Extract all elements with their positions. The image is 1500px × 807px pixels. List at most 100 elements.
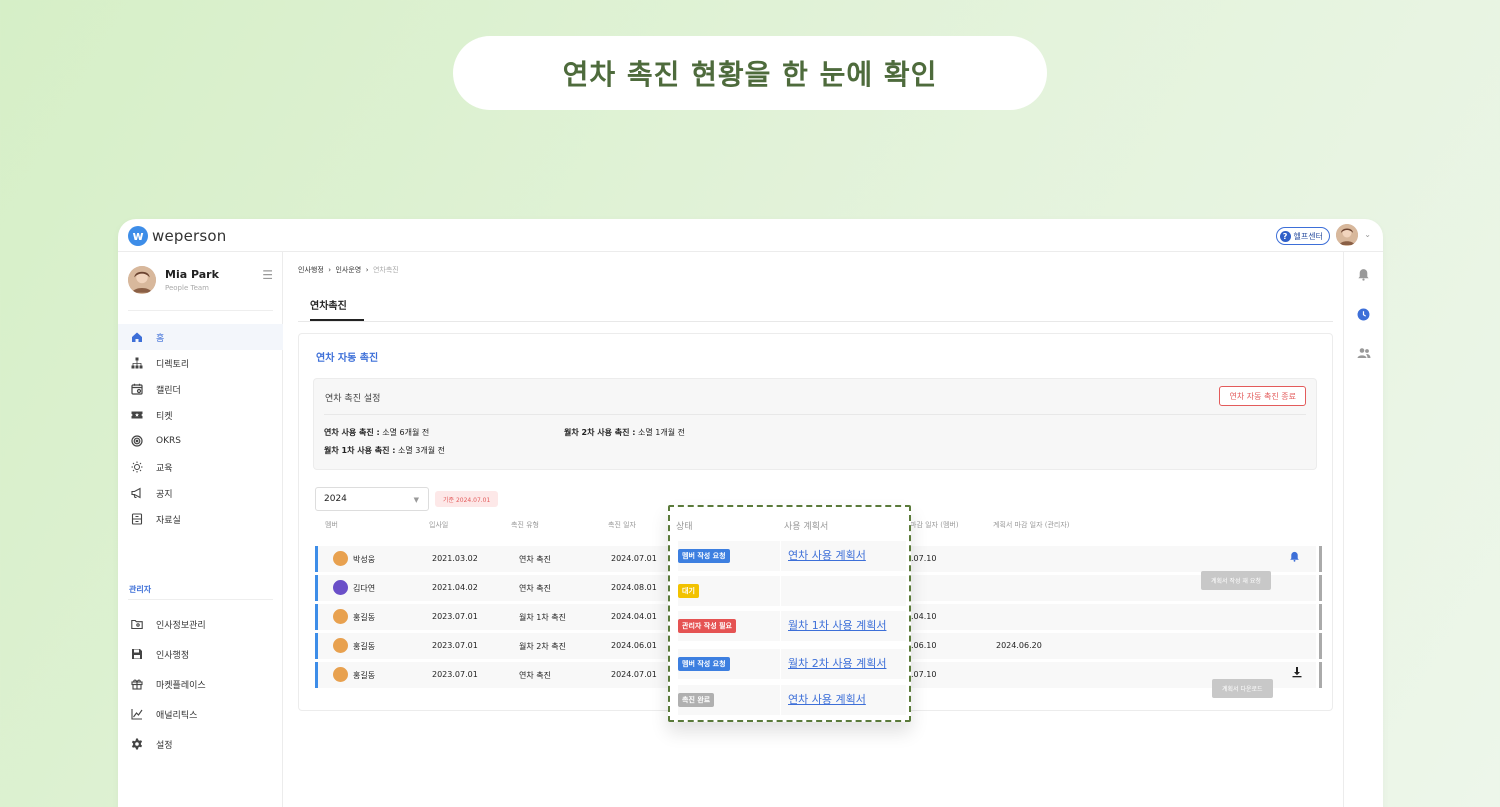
sidebar-item-marketplace[interactable]: 마켓플레이스 — [118, 669, 283, 699]
divider — [324, 414, 1306, 415]
avatar — [333, 638, 348, 653]
card-title: 연차 자동 촉진 — [316, 353, 379, 364]
avatar — [333, 580, 348, 595]
gift-icon — [130, 677, 144, 691]
profile-name: Mia Park — [165, 268, 219, 281]
breadcrumb-item[interactable]: 인사운영 — [335, 266, 361, 274]
plan-link[interactable]: 연차 사용 계획서 — [788, 547, 866, 563]
bell-icon[interactable] — [1357, 268, 1370, 285]
clock-icon[interactable] — [1357, 308, 1370, 325]
overlay-row: 대기 — [678, 576, 906, 606]
breadcrumb-current: 연차촉진 — [372, 266, 399, 274]
megaphone-icon — [130, 486, 144, 500]
tab-annual-leave-promotion[interactable]: 연차촉진 — [310, 297, 347, 312]
cell-name: 홍길동 — [353, 642, 376, 651]
chevron-down-icon: ▼ — [413, 496, 419, 504]
help-center-button[interactable]: ? 헬프센터 — [1275, 227, 1330, 245]
rerequest-plan-button[interactable]: 계획서 작성 재 요청 — [1201, 571, 1271, 590]
bell-icon[interactable] — [1289, 551, 1300, 565]
folder-icon — [130, 617, 144, 631]
row-end-bar — [1319, 575, 1322, 601]
logo[interactable]: w weperson — [128, 226, 227, 246]
cell-date: 2024.06.01 — [611, 641, 657, 650]
reference-date-badge: 기준 2024.07.01 — [435, 491, 499, 507]
sidebar-item-label: 마켓플레이스 — [156, 680, 206, 691]
main-nav: 홈 디렉토리 캘린더 티켓 OKRS 교육 공지 자료실 — [118, 324, 283, 532]
sidebar-item-hr-info[interactable]: 인사정보관리 — [118, 609, 283, 639]
status-badge: 촉진 완료 — [678, 693, 715, 707]
sidebar-item-education[interactable]: 교육 — [118, 454, 283, 480]
overlay-row: 멤버 작성 요청 월차 2차 사용 계획서 — [678, 649, 906, 679]
sidebar-item-settings[interactable]: 설정 — [118, 729, 283, 759]
cell-name: 박성웅 — [353, 555, 376, 564]
th-promotion-type: 촉진 유형 — [511, 521, 539, 529]
sidebar-item-archive[interactable]: 자료실 — [118, 506, 283, 532]
tab-divider — [298, 321, 1333, 322]
setting-label: 연차 사용 촉진 : — [324, 428, 380, 437]
setting-value: 소멸 6개월 전 — [382, 428, 430, 437]
cell-type: 연차 촉진 — [519, 555, 551, 564]
logo-text: weperson — [152, 227, 227, 245]
org-chart-icon — [130, 356, 144, 370]
setting-label: 월차 2차 사용 촉진 : — [564, 428, 636, 437]
sidebar-item-label: 인사정보관리 — [156, 620, 206, 631]
sidebar-item-okrs[interactable]: OKRS — [118, 428, 283, 454]
plan-link[interactable]: 월차 1차 사용 계획서 — [788, 617, 886, 633]
sidebar-item-home[interactable]: 홈 — [118, 324, 283, 350]
calendar-icon — [130, 382, 144, 396]
settings-title: 연차 촉진 설정 — [325, 394, 381, 404]
download-icon[interactable] — [1291, 666, 1303, 681]
admin-nav: 인사정보관리 인사행정 마켓플레이스 애널리틱스 설정 — [118, 609, 283, 759]
sidebar-item-directory[interactable]: 디렉토리 — [118, 350, 283, 376]
year-select[interactable]: 2024 ▼ — [315, 487, 429, 511]
year-select-value: 2024 — [324, 494, 347, 504]
status-plan-callout: 상태 사용 계획서 멤버 작성 요청 연차 사용 계획서 대기 관리자 작성 필… — [668, 505, 911, 722]
sidebar-item-hr-admin[interactable]: 인사행정 — [118, 639, 283, 669]
cell-type: 월차 2차 촉진 — [519, 642, 566, 651]
bulb-icon — [130, 460, 144, 474]
status-badge: 멤버 작성 요청 — [678, 549, 730, 563]
divider — [128, 599, 273, 600]
avatar — [333, 551, 348, 566]
sidebar-item-label: 홈 — [156, 333, 165, 344]
chevron-right-icon: › — [363, 266, 371, 274]
sidebar-item-label: 자료실 — [156, 515, 181, 526]
home-icon — [130, 330, 144, 344]
sidebar: Mia Park People Team ☰ 홈 디렉토리 캘린더 티켓 OKR… — [118, 252, 283, 807]
help-center-label: 헬프센터 — [1293, 231, 1323, 241]
cell-name: 홍길동 — [353, 671, 376, 680]
user-avatar[interactable] — [1336, 224, 1358, 246]
cell-type: 연차 촉진 — [519, 584, 551, 593]
divider — [780, 611, 781, 641]
sidebar-item-calendar[interactable]: 캘린더 — [118, 376, 283, 402]
hamburger-menu-icon[interactable]: ☰ — [262, 268, 273, 282]
sidebar-item-ticket[interactable]: 티켓 — [118, 402, 283, 428]
cell-type: 월차 1차 촉진 — [519, 613, 566, 622]
sidebar-item-notice[interactable]: 공지 — [118, 480, 283, 506]
plan-link[interactable]: 월차 2차 사용 계획서 — [788, 655, 886, 671]
cell-join: 2023.07.01 — [432, 670, 478, 679]
status-badge: 멤버 작성 요청 — [678, 657, 730, 671]
right-toolbar — [1343, 252, 1383, 807]
breadcrumb-item[interactable]: 인사행정 — [298, 266, 324, 274]
plan-link[interactable]: 연차 사용 계획서 — [788, 691, 866, 707]
people-icon[interactable] — [1357, 347, 1371, 363]
overlay-row: 관리자 작성 필요 월차 1차 사용 계획서 — [678, 611, 906, 641]
row-end-bar — [1319, 546, 1322, 572]
cell-date: 2024.07.01 — [611, 670, 657, 679]
row-end-bar — [1319, 604, 1322, 630]
sidebar-item-label: 인사행정 — [156, 650, 190, 661]
divider — [780, 576, 781, 606]
settings-box: 연차 촉진 설정 연차 자동 촉진 종료 연차 사용 촉진 : 소멸 6개월 전… — [313, 378, 1317, 470]
download-plan-button[interactable]: 계획서 다운로드 — [1212, 679, 1273, 698]
setting-annual: 연차 사용 촉진 : 소멸 6개월 전 — [324, 427, 429, 438]
sidebar-item-label: 설정 — [156, 740, 173, 751]
sidebar-item-analytics[interactable]: 애널리틱스 — [118, 699, 283, 729]
status-badge: 관리자 작성 필요 — [678, 619, 736, 633]
end-auto-promotion-button[interactable]: 연차 자동 촉진 종료 — [1219, 386, 1306, 406]
cell-admin-deadline: 2024.06.20 — [996, 641, 1042, 650]
avatar[interactable] — [128, 266, 156, 294]
chevron-down-icon[interactable]: ⌄ — [1364, 230, 1371, 239]
th-deadline-member: 마감 일자 (멤버) — [910, 521, 959, 529]
ticket-icon — [130, 408, 144, 422]
